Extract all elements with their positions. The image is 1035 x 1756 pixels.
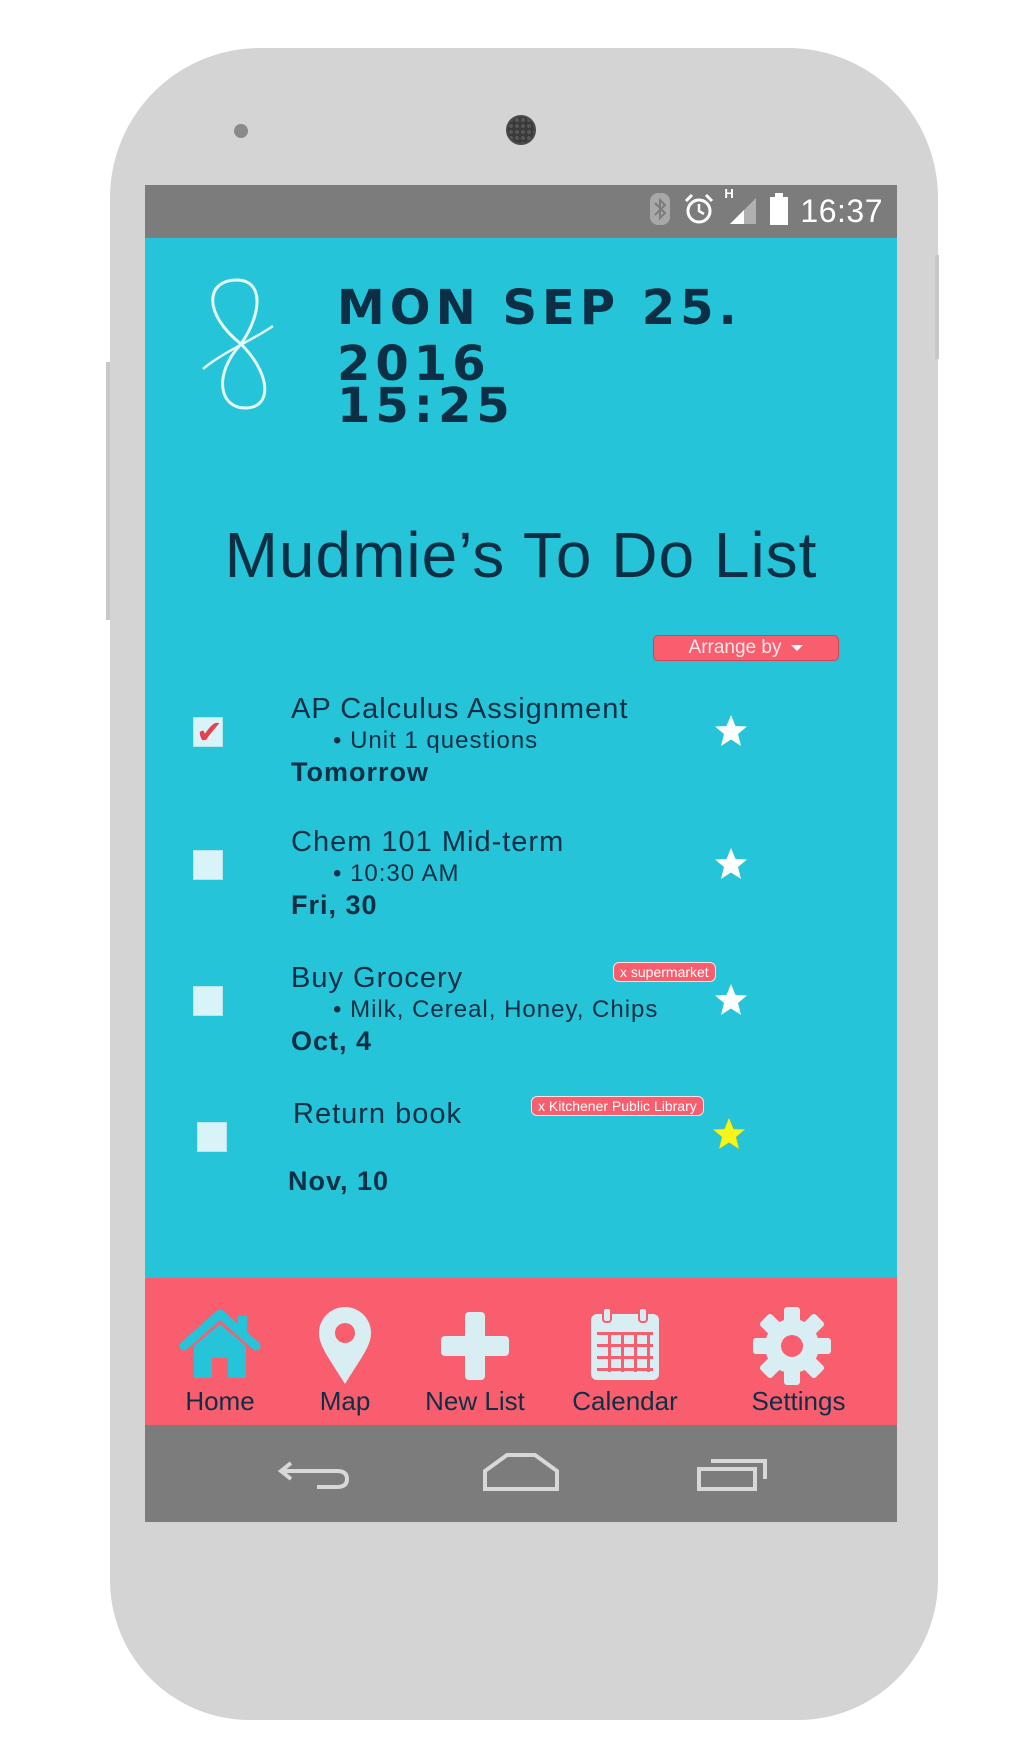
task-detail: • 10:30 AM — [333, 860, 460, 887]
system-nav-bar — [145, 1425, 897, 1522]
infinity-logo — [202, 278, 274, 410]
star-icon[interactable] — [713, 713, 749, 749]
checkmark-icon: ✔ — [196, 714, 223, 750]
task-title: Buy Grocery — [291, 962, 464, 994]
calendar-icon — [591, 1307, 659, 1380]
task-title: Return book — [293, 1098, 462, 1130]
current-date: MON SEP 25. 2016 — [337, 280, 742, 392]
nav-label: Settings — [751, 1386, 846, 1416]
task-checkbox[interactable] — [193, 986, 223, 1016]
status-time: 16:37 — [800, 192, 883, 229]
bluetooth-icon — [648, 191, 672, 232]
task-due-date: Fri, 30 — [291, 890, 378, 920]
star-icon[interactable] — [711, 1116, 747, 1152]
nav-calendar[interactable]: Calendar — [550, 1278, 700, 1425]
nav-home[interactable]: Home — [145, 1278, 295, 1425]
task-checkbox[interactable] — [193, 850, 223, 880]
alarm-icon — [682, 192, 716, 231]
front-camera — [506, 115, 536, 145]
list-title: Mudmie’s To Do List — [224, 519, 818, 591]
plus-icon — [441, 1312, 509, 1380]
task-checkbox[interactable]: ✔ — [193, 714, 223, 750]
task-due-date: Tomorrow — [291, 757, 429, 787]
battery-icon — [768, 192, 790, 231]
task-item[interactable]: ✔ AP Calculus Assignment • Unit 1 questi… — [145, 693, 897, 813]
gear-icon — [753, 1307, 831, 1385]
task-item[interactable]: Return book x Kitchener Public Library N… — [145, 1096, 897, 1218]
volume-button — [106, 362, 110, 620]
arrange-by-label: Arrange by — [688, 637, 782, 658]
home-button-icon[interactable] — [481, 1451, 561, 1493]
star-icon[interactable] — [713, 846, 749, 882]
sensor-dot — [234, 124, 248, 138]
network-type-label: H — [724, 185, 734, 201]
nav-label: New List — [425, 1386, 525, 1416]
status-bar: H 16:37 — [145, 185, 897, 238]
star-icon[interactable] — [713, 982, 749, 1018]
screen: H 16:37 MON SEP 25. 2016 15:25 Mudmie’s … — [145, 185, 897, 1522]
nav-settings[interactable]: Settings — [700, 1278, 897, 1425]
task-detail: • Milk, Cereal, Honey, Chips — [333, 996, 659, 1023]
power-button — [935, 255, 939, 359]
nav-label: Map — [319, 1386, 371, 1416]
task-item[interactable]: Buy Grocery x supermarket • Milk, Cereal… — [145, 962, 897, 1082]
recent-apps-icon[interactable] — [695, 1453, 771, 1493]
task-item[interactable]: Chem 101 Mid-term • 10:30 AM Fri, 30 — [145, 826, 897, 946]
current-time: 15:25 — [337, 378, 515, 434]
back-icon[interactable] — [277, 1453, 353, 1493]
home-icon — [179, 1309, 261, 1378]
arrange-by-button[interactable]: Arrange by — [653, 635, 839, 661]
caret-down-icon — [791, 645, 804, 651]
task-title: AP Calculus Assignment — [291, 693, 629, 725]
task-due-date: Nov, 10 — [288, 1166, 390, 1196]
app-content: MON SEP 25. 2016 15:25 Mudmie’s To Do Li… — [145, 238, 897, 1278]
location-tag[interactable]: x supermarket — [613, 962, 716, 982]
location-tag[interactable]: x Kitchener Public Library — [531, 1096, 704, 1116]
signal-icon: H — [724, 186, 758, 231]
task-detail: • Unit 1 questions — [333, 727, 539, 754]
nav-map[interactable]: Map — [295, 1278, 395, 1425]
task-title: Chem 101 Mid-term — [291, 826, 565, 858]
task-due-date: Oct, 4 — [291, 1026, 373, 1056]
nav-label: Home — [185, 1386, 255, 1416]
task-checkbox[interactable] — [197, 1122, 227, 1152]
map-pin-icon — [319, 1307, 371, 1384]
nav-new-list[interactable]: New List — [395, 1278, 555, 1425]
nav-label: Calendar — [572, 1386, 678, 1416]
bottom-nav: Home Map New List Calendar Settings — [145, 1278, 897, 1425]
